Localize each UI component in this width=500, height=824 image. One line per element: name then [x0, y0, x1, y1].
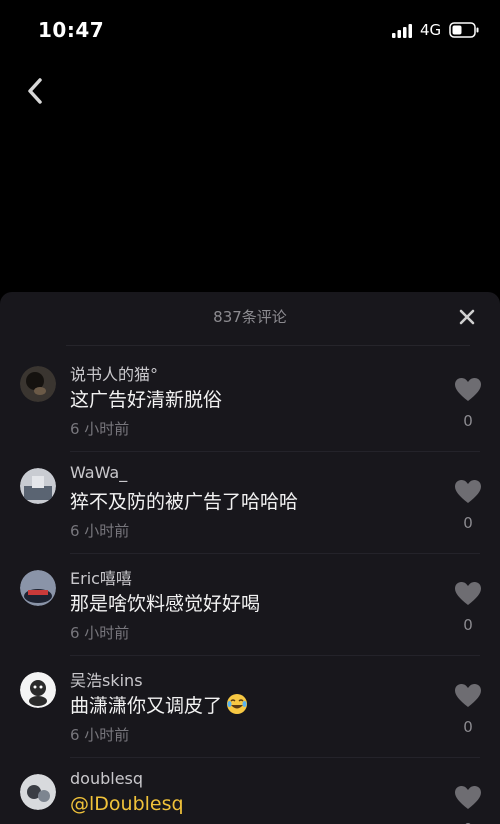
close-button[interactable]: [455, 305, 479, 329]
comment-item[interactable]: doublesq @lDoublesq 0: [0, 758, 500, 824]
comment-count: 837条评论: [213, 308, 287, 326]
comment-item[interactable]: WaWa_ 猝不及防的被广告了哈哈哈 6 小时前 0: [0, 452, 500, 554]
heart-icon: [455, 785, 481, 809]
like-button[interactable]: [451, 578, 485, 608]
sheet-header: 837条评论: [0, 292, 500, 342]
comment-username[interactable]: doublesq: [70, 769, 143, 788]
comment-time: 6 小时前: [70, 420, 130, 438]
signal-icon: [392, 24, 412, 38]
network-type: 4G: [420, 21, 442, 39]
comment-mention[interactable]: @lDoublesq: [70, 793, 184, 815]
like-count: 0: [463, 514, 473, 532]
comment-username[interactable]: 说书人的猫°: [70, 361, 158, 385]
laughing-tears-emoji-icon: [227, 694, 248, 714]
comment-time: 6 小时前: [70, 522, 130, 540]
avatar[interactable]: [20, 570, 56, 606]
comment-time: 6 小时前: [70, 726, 130, 744]
chevron-left-icon: [28, 78, 42, 104]
comment-username[interactable]: WaWa_: [70, 463, 127, 482]
avatar[interactable]: [20, 366, 56, 402]
heart-icon: [455, 377, 481, 401]
like-button[interactable]: [451, 476, 485, 506]
back-button[interactable]: [18, 74, 52, 108]
heart-icon: [455, 683, 481, 707]
avatar[interactable]: [20, 774, 56, 810]
heart-icon: [455, 581, 481, 605]
status-bar: 10:47 4G: [0, 0, 500, 62]
like-button[interactable]: [451, 680, 485, 710]
video-area[interactable]: [0, 62, 500, 294]
header-divider: [66, 345, 470, 346]
comment-item[interactable]: Eric嘻嘻 那是啥饮料感觉好好喝 6 小时前 0: [0, 554, 500, 656]
comment-text: 那是啥饮料感觉好好喝: [70, 593, 261, 615]
comment-username[interactable]: Eric嘻嘻: [70, 565, 132, 589]
comment-username[interactable]: 吴浩skins: [70, 667, 143, 691]
avatar[interactable]: [20, 468, 56, 504]
comment-item[interactable]: 说书人的猫° 这广告好清新脱俗 6 小时前 0: [0, 350, 500, 452]
comment-text: 这广告好清新脱俗: [70, 389, 223, 411]
like-count: 0: [463, 616, 473, 634]
comment-text: 猝不及防的被广告了哈哈哈: [70, 491, 299, 513]
comment-item[interactable]: 吴浩skins 曲潇潇你又调皮了 6 小时前 0: [0, 656, 500, 758]
like-count: 0: [463, 412, 473, 430]
comment-time: 6 小时前: [70, 624, 130, 642]
like-count: 0: [463, 718, 473, 736]
close-icon: [459, 309, 475, 325]
like-button[interactable]: [451, 374, 485, 404]
like-count: 0: [459, 820, 477, 824]
comment-text: 曲潇潇你又调皮了: [70, 691, 248, 718]
comment-text-body: 曲潇潇你又调皮了: [70, 695, 223, 717]
like-button[interactable]: [451, 782, 485, 812]
status-time: 10:47: [38, 18, 105, 42]
comment-sheet: 837条评论 说书人的猫° 这广告好清新脱俗 6 小时前 0 WaWa_ 猝不及…: [0, 292, 500, 824]
avatar[interactable]: [20, 672, 56, 708]
heart-icon: [455, 479, 481, 503]
battery-icon: [449, 22, 479, 38]
